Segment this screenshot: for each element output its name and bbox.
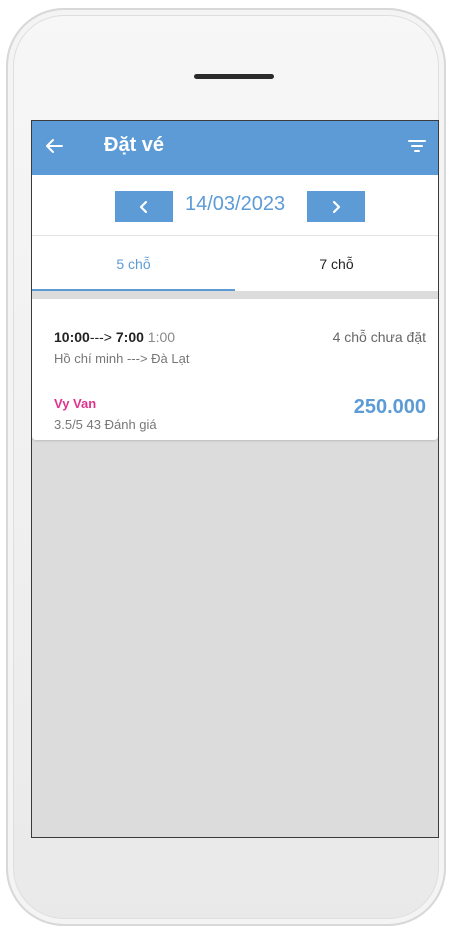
trip-duration: 1:00: [147, 329, 176, 345]
seat-tabs: 5 chỗ 7 chỗ: [32, 236, 438, 291]
rating-score: 3.5/5: [54, 417, 83, 432]
trip-route: Hồ chí minh ---> Đà Lạt: [54, 351, 190, 366]
app-bar: Đặt vé: [32, 121, 438, 175]
seats-available: 4 chỗ chưa đặt: [332, 329, 426, 345]
phone-speaker: [194, 74, 274, 79]
filter-icon[interactable]: [406, 135, 428, 157]
time-arrow: --->: [89, 329, 112, 345]
chevron-left-icon: [139, 200, 148, 213]
phone-frame: Đặt vé 14/03/2023 5 chỗ 7 chỗ 10:00---> …: [6, 8, 446, 926]
previous-date-button[interactable]: [115, 191, 173, 222]
trip-times: 10:00---> 7:00 1:00: [54, 329, 175, 345]
depart-time: 10:00: [54, 329, 90, 345]
page-title: Đặt vé: [104, 134, 165, 156]
next-date-button[interactable]: [307, 191, 365, 222]
trip-price: 250.000: [353, 396, 426, 418]
arrow-left-icon[interactable]: [42, 134, 66, 158]
tab-7-seats[interactable]: 7 chỗ: [235, 236, 438, 291]
review-count: 43 Đánh giá: [86, 417, 157, 432]
driver-name: Vy Van: [54, 396, 97, 411]
chevron-right-icon: [332, 200, 341, 213]
date-selector: 14/03/2023: [32, 175, 438, 235]
trip-card[interactable]: 10:00---> 7:00 1:00 4 chỗ chưa đặt Hồ ch…: [32, 299, 438, 440]
selected-date[interactable]: 14/03/2023: [185, 193, 285, 216]
arrive-time: 7:00: [115, 329, 144, 345]
app-screen: Đặt vé 14/03/2023 5 chỗ 7 chỗ 10:00---> …: [31, 120, 439, 838]
driver-rating: 3.5/5 43 Đánh giá: [54, 417, 157, 432]
tab-5-seats[interactable]: 5 chỗ: [32, 236, 235, 291]
active-tab-indicator: [32, 289, 235, 291]
